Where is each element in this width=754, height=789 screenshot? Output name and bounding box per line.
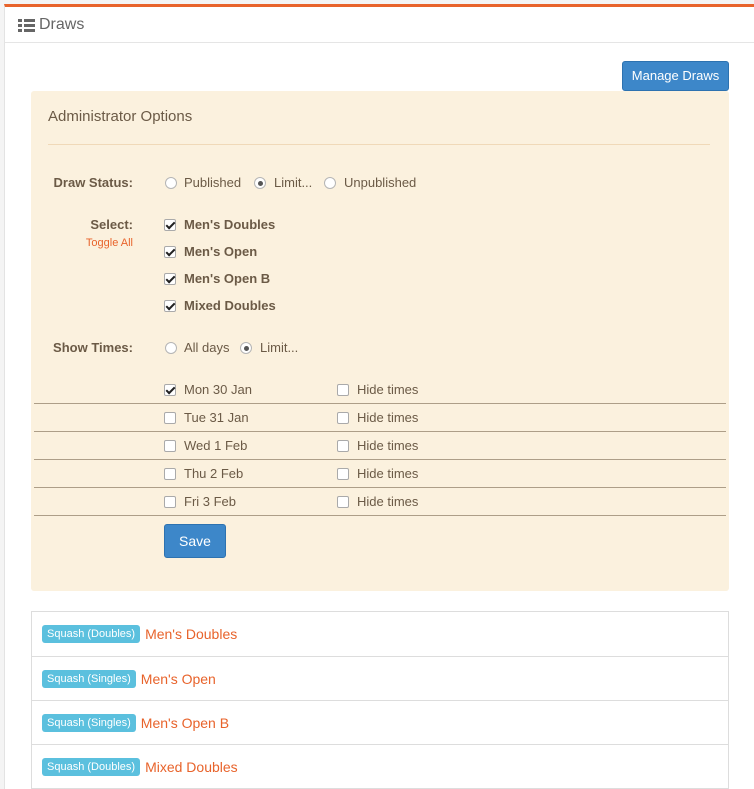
select-mens-doubles-label: Men's Doubles (184, 217, 276, 232)
sport-badge: Squash (Singles) (42, 669, 136, 688)
draw-link-mens-doubles[interactable]: Men's Doubles (145, 626, 237, 642)
select-label: Select: (90, 217, 133, 232)
admin-options-box: Administrator Options Draw Status: Publi… (31, 91, 729, 591)
day-fri-3-feb-checkbox[interactable] (164, 496, 176, 508)
hide-times-wed-label: Hide times (357, 438, 419, 453)
day-thu-2-feb-label: Thu 2 Feb (184, 466, 244, 481)
select-mixed-doubles-checkbox[interactable] (164, 300, 176, 312)
day-mon-30-jan-checkbox[interactable] (164, 384, 176, 396)
draw-status-label: Draw Status: (53, 175, 133, 190)
draw-status-published-radio[interactable] (165, 177, 177, 189)
show-times-all-days-label: All days (184, 340, 230, 355)
show-times-limit-radio[interactable] (240, 342, 252, 354)
show-times-label: Show Times: (53, 340, 133, 355)
page-title: Draws (39, 15, 85, 33)
show-times-all-days-radio[interactable] (165, 342, 177, 354)
day-row-divider (34, 515, 726, 516)
draw-link-mens-open-b[interactable]: Men's Open B (141, 715, 229, 731)
list-icon (18, 19, 35, 32)
day-mon-30-jan-label: Mon 30 Jan (184, 382, 252, 397)
hide-times-fri-checkbox[interactable] (337, 496, 349, 508)
day-tue-31-jan-label: Tue 31 Jan (184, 410, 249, 425)
day-wed-1-feb-label: Wed 1 Feb (184, 438, 248, 453)
day-row-divider (34, 487, 726, 488)
draws-panel: Draws Manage Draws Administrator Options… (4, 4, 754, 789)
list-item: Squash (Doubles) Men's Doubles (32, 612, 728, 656)
toggle-all-link[interactable]: Toggle All (31, 237, 133, 249)
list-item: Squash (Singles) Men's Open (32, 656, 728, 700)
sport-badge: Squash (Doubles) (42, 625, 141, 643)
draw-status-limit-radio[interactable] (254, 177, 266, 189)
select-mens-open-b-label: Men's Open B (184, 271, 271, 286)
draw-status-unpublished-radio[interactable] (324, 177, 336, 189)
hide-times-thu-checkbox[interactable] (337, 468, 349, 480)
save-button[interactable]: Save (164, 524, 226, 558)
draw-list: Squash (Doubles) Men's Doubles Squash (S… (31, 611, 729, 789)
sport-badge: Squash (Doubles) (42, 757, 141, 776)
divider (48, 144, 710, 145)
select-mens-open-b-checkbox[interactable] (164, 273, 176, 285)
day-thu-2-feb-checkbox[interactable] (164, 468, 176, 480)
hide-times-mon-label: Hide times (357, 382, 419, 397)
show-times-limit-label: Limit... (260, 340, 299, 355)
admin-options-title: Administrator Options (48, 108, 193, 125)
hide-times-tue-label: Hide times (357, 410, 419, 425)
hide-times-wed-checkbox[interactable] (337, 440, 349, 452)
hide-times-tue-checkbox[interactable] (337, 412, 349, 424)
list-item: Squash (Singles) Men's Open B (32, 700, 728, 744)
day-fri-3-feb-label: Fri 3 Feb (184, 494, 237, 509)
sport-badge: Squash (Singles) (42, 713, 136, 732)
manage-draws-button[interactable]: Manage Draws (622, 61, 729, 91)
draw-status-limit-label: Limit... (274, 175, 313, 190)
select-mens-open-checkbox[interactable] (164, 246, 176, 258)
hide-times-fri-label: Hide times (357, 494, 419, 509)
day-tue-31-jan-checkbox[interactable] (164, 412, 176, 424)
day-wed-1-feb-checkbox[interactable] (164, 440, 176, 452)
draw-link-mixed-doubles[interactable]: Mixed Doubles (145, 759, 238, 775)
hide-times-thu-label: Hide times (357, 466, 419, 481)
list-item: Squash (Doubles) Mixed Doubles (32, 744, 728, 788)
day-row-divider (34, 431, 726, 432)
select-mixed-doubles-label: Mixed Doubles (184, 298, 276, 313)
draw-status-published-label: Published (184, 175, 242, 190)
day-row-divider (34, 403, 726, 404)
day-row-divider (34, 459, 726, 460)
draw-status-unpublished-label: Unpublished (344, 175, 417, 190)
hide-times-mon-checkbox[interactable] (337, 384, 349, 396)
select-mens-open-label: Men's Open (184, 244, 258, 259)
select-mens-doubles-checkbox[interactable] (164, 219, 176, 231)
panel-header: Draws (5, 7, 754, 43)
draw-link-mens-open[interactable]: Men's Open (141, 671, 216, 687)
